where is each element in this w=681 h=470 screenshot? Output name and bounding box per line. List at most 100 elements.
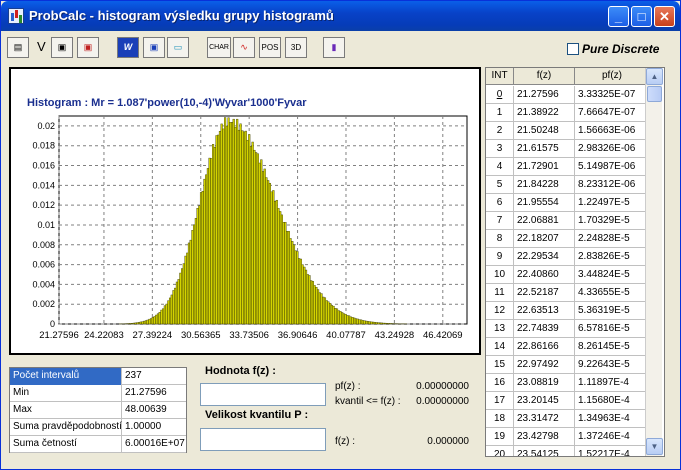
histogram-bar [222, 128, 225, 325]
row-int: 4 [486, 158, 514, 176]
title-bar[interactable]: ProbCalc - histogram výsledku grupy hist… [1, 1, 680, 31]
histogram-bar [141, 321, 144, 325]
minimize-button[interactable]: _ [608, 6, 629, 27]
save-as-button[interactable]: ▣ [77, 37, 99, 58]
histogram-bar [339, 311, 342, 325]
histogram-bar [230, 122, 234, 325]
stats-key: Počet intervalů [10, 368, 122, 385]
x-axis-ticks: 21.27596 24.22083 27.39224 30.56365 33.73506… [39, 330, 462, 341]
histogram-bar [146, 319, 149, 325]
3d-button[interactable]: 3D [285, 37, 307, 58]
table-row[interactable]: 3 21.61575 2.98326E-06 [486, 140, 650, 158]
row-fz: 21.95554 [514, 194, 575, 212]
row-fz: 23.08819 [514, 374, 575, 392]
histogram-bar [129, 323, 132, 325]
table-row[interactable]: 11 22.52187 4.33655E-5 [486, 284, 650, 302]
stats-row[interactable]: Min 21.27596 [10, 385, 186, 402]
curve-button[interactable]: ∿ [233, 37, 255, 58]
table-row[interactable]: 1 21.38922 7.66647E-07 [486, 104, 650, 122]
table-row[interactable]: 6 21.95554 1.22497E-5 [486, 194, 650, 212]
table-row[interactable]: 7 22.06881 1.70329E-5 [486, 212, 650, 230]
app-icon[interactable] [8, 8, 24, 24]
stats-value: 21.27596 [125, 387, 167, 398]
interval-table[interactable]: INT f(z) pf(z) 0 21.27596 3.33325E-07 1 21.3… [485, 67, 665, 457]
table-row[interactable]: 10 22.40860 3.44824E-5 [486, 266, 650, 284]
histogram-bar [186, 252, 189, 325]
histogram-chart: Histogram : Mr = 1.087'power(10,-4)'Wyva… [27, 97, 468, 341]
header-int[interactable]: INT [486, 68, 514, 85]
chart-button[interactable]: CHAR [207, 37, 231, 58]
table-row[interactable]: 13 22.74839 6.57816E-5 [486, 320, 650, 338]
histogram-bar [256, 153, 259, 325]
histogram-bar [287, 231, 290, 325]
table-row[interactable]: 8 22.18207 2.24828E-5 [486, 230, 650, 248]
row-pfz: 1.52217E-4 [575, 446, 650, 456]
chevron-down-icon: ▼ [650, 442, 659, 451]
histogram-bar [335, 308, 339, 325]
table-row[interactable]: 9 22.29534 2.83826E-5 [486, 248, 650, 266]
scroll-up-button[interactable]: ▲ [646, 68, 663, 85]
histogram-bar [317, 289, 320, 325]
histogram-bar [220, 123, 223, 325]
histogram-panel: Histogram : Mr = 1.087'power(10,-4)'Wyva… [9, 67, 481, 355]
histogram-bar [265, 177, 268, 325]
pure-discrete-checkbox[interactable]: Pure Discrete [567, 42, 659, 56]
table-row[interactable]: 19 23.42798 1.37246E-4 [486, 428, 650, 446]
y-tick-label: 0.002 [32, 299, 55, 309]
table-scrollbar[interactable]: ▲ ▼ [645, 68, 663, 456]
document-icon: ▤ [13, 42, 23, 52]
row-int: 20 [486, 446, 514, 456]
histogram-bar [249, 146, 253, 325]
y-tick-label: 0.014 [32, 180, 55, 190]
word-icon: W [123, 42, 133, 52]
row-fz: 22.97492 [514, 356, 575, 374]
maximize-button[interactable]: □ [631, 6, 652, 27]
save-button[interactable]: ▣ [51, 37, 73, 58]
kvantil-label: Velikost kvantilu P : [205, 409, 309, 421]
kvantil-input[interactable] [200, 428, 326, 451]
exit-button[interactable]: ▮ [323, 37, 345, 58]
table-row[interactable]: 0 21.27596 3.33325E-07 [486, 86, 650, 104]
table-row[interactable]: 2 21.50248 1.56663E-06 [486, 122, 650, 140]
histogram-bar [325, 300, 328, 325]
stats-row[interactable]: Počet intervalů 237 [10, 368, 186, 385]
row-fz: 22.18207 [514, 230, 575, 248]
close-button[interactable]: ✕ [654, 6, 675, 27]
pos-button[interactable]: POS [259, 37, 281, 58]
scroll-thumb[interactable] [647, 86, 662, 102]
table-row[interactable]: 15 22.97492 9.22643E-5 [486, 356, 650, 374]
frame-button[interactable]: ▭ [167, 37, 189, 58]
table-row[interactable]: 5 21.84228 8.23312E-06 [486, 176, 650, 194]
histogram-bar [234, 127, 237, 325]
save-blue-button[interactable]: ▣ [143, 37, 165, 58]
floppy-icon: ▣ [57, 42, 67, 52]
table-row[interactable]: 17 23.20145 1.15680E-4 [486, 392, 650, 410]
table-row[interactable]: 16 23.08819 1.11897E-4 [486, 374, 650, 392]
table-row[interactable]: 12 22.63513 5.36319E-5 [486, 302, 650, 320]
y-tick-label: 0.02 [37, 121, 55, 131]
histogram-bar [327, 301, 330, 325]
histogram-bar [163, 305, 166, 325]
histogram-bar [258, 162, 261, 325]
row-pfz: 8.26145E-5 [575, 338, 650, 356]
fz-value: 0.000000 [427, 436, 469, 447]
header-pfz[interactable]: pf(z) [575, 68, 650, 85]
histogram-bar [167, 300, 170, 325]
histogram-bar [198, 205, 201, 325]
header-fz[interactable]: f(z) [514, 68, 575, 85]
table-row[interactable]: 18 23.31472 1.34963E-4 [486, 410, 650, 428]
stats-row[interactable]: Max 48.00639 [10, 402, 186, 419]
hodnota-input[interactable] [200, 383, 326, 406]
table-row[interactable]: 4 21.72901 5.14987E-06 [486, 158, 650, 176]
row-fz: 23.20145 [514, 392, 575, 410]
new-document-button[interactable]: ▤ [7, 37, 29, 58]
table-row[interactable]: 14 22.86166 8.26145E-5 [486, 338, 650, 356]
word-export-button[interactable]: W [117, 37, 139, 58]
kvantil-cmp-value: 0.00000000 [416, 396, 469, 407]
row-fz: 21.61575 [514, 140, 575, 158]
y-tick-label: 0.004 [32, 279, 55, 289]
stats-row[interactable]: Suma četností 6.00016E+07 [10, 436, 186, 453]
scroll-down-button[interactable]: ▼ [646, 438, 663, 455]
table-row[interactable]: 20 23.54125 1.52217E-4 [486, 446, 650, 456]
stats-row[interactable]: Suma pravděpodobností 1.00000 [10, 419, 186, 436]
